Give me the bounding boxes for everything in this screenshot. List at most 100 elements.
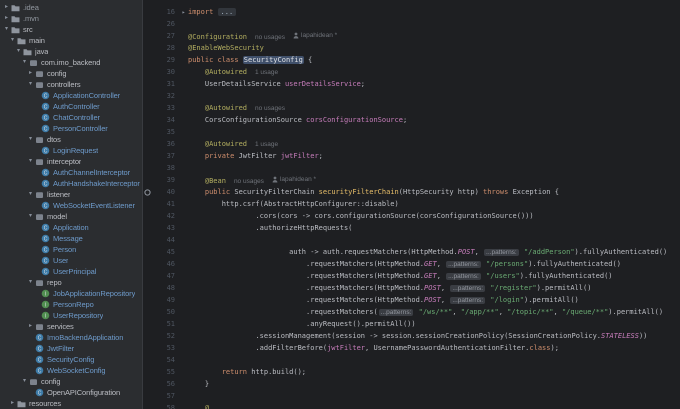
line-number[interactable]: 39 <box>152 176 179 184</box>
chevron-down-icon[interactable]: ▾ <box>21 376 28 387</box>
tree-item[interactable]: ▾ config <box>0 376 142 387</box>
tree-item[interactable]: C User <box>0 255 142 266</box>
tree-item[interactable]: C AuthChannelInterceptor <box>0 167 142 178</box>
code-line[interactable]: 37 private JwtFilter jwtFilter; <box>143 150 680 162</box>
tree-item[interactable]: ▾ com.imo_backend <box>0 57 142 68</box>
code-line[interactable]: 35 <box>143 126 680 138</box>
line-number[interactable]: 48 <box>152 284 179 292</box>
code-line[interactable]: 51 .anyRequest().permitAll()) <box>143 318 680 330</box>
line-number[interactable]: 56 <box>152 380 179 388</box>
code-line[interactable]: 56 } <box>143 378 680 390</box>
tree-item[interactable]: C UserPrincipal <box>0 266 142 277</box>
tree-item[interactable]: C ChatController <box>0 112 142 123</box>
tree-item[interactable]: C ImoBackendApplication <box>0 332 142 343</box>
chevron-down-icon[interactable]: ▾ <box>27 189 34 200</box>
tree-item[interactable]: C OpenAPIConfiguration <box>0 387 142 398</box>
line-number[interactable]: 44 <box>152 236 179 244</box>
tree-item[interactable]: ▾ interceptor <box>0 156 142 167</box>
tree-item[interactable]: I JobApplicationRepository <box>0 288 142 299</box>
line-number[interactable]: 55 <box>152 368 179 376</box>
line-number[interactable]: 53 <box>152 344 179 352</box>
line-number[interactable]: 38 <box>152 164 179 172</box>
line-number[interactable]: 50 <box>152 308 179 316</box>
code-line[interactable]: 46 .requestMatchers(HttpMethod.GET, ...p… <box>143 258 680 270</box>
line-number[interactable]: 57 <box>152 392 179 400</box>
line-number[interactable]: 31 <box>152 80 179 88</box>
code-line[interactable]: 44 <box>143 234 680 246</box>
line-number[interactable]: 30 <box>152 68 179 76</box>
editor-pane[interactable]: 16 ▸ import ... 26 27 @Configuration no usages… <box>143 0 680 409</box>
tree-item[interactable]: C Person <box>0 244 142 255</box>
line-number[interactable]: 26 <box>152 20 179 28</box>
line-number[interactable]: 32 <box>152 92 179 100</box>
tree-item[interactable]: C Application <box>0 222 142 233</box>
tree-item[interactable]: I PersonRepo <box>0 299 142 310</box>
chevron-right-icon[interactable]: ▸ <box>9 398 16 409</box>
code-line[interactable]: 26 <box>143 18 680 30</box>
line-number[interactable]: 16 <box>152 8 179 16</box>
code-line[interactable]: 47 .requestMatchers(HttpMethod.GET, ...p… <box>143 270 680 282</box>
line-number[interactable]: 47 <box>152 272 179 280</box>
line-number[interactable]: 52 <box>152 332 179 340</box>
tree-item[interactable]: ▾ src <box>0 24 142 35</box>
line-number[interactable]: 51 <box>152 320 179 328</box>
line-number[interactable]: 54 <box>152 356 179 364</box>
code-line[interactable]: 49 .requestMatchers(HttpMethod.POST, ...… <box>143 294 680 306</box>
tree-item[interactable]: C JwtFilter <box>0 343 142 354</box>
project-tree-panel[interactable]: ▸ .idea ▸ .mvn ▾ src ▾ main ▾ java ▾ com.imo_backen… <box>0 0 143 409</box>
tree-item[interactable]: C SecurityConfig <box>0 354 142 365</box>
chevron-right-icon[interactable]: ▸ <box>3 13 10 24</box>
code-line[interactable]: 55 return http.build(); <box>143 366 680 378</box>
code-line[interactable]: 54 <box>143 354 680 366</box>
tree-item[interactable]: C AuthController <box>0 101 142 112</box>
code-line[interactable]: 50 .requestMatchers(...patterns: "/ws/**… <box>143 306 680 318</box>
tree-item[interactable]: ▸ .mvn <box>0 13 142 24</box>
code-line[interactable]: 45 auth -> auth.requestMatchers(HttpMeth… <box>143 246 680 258</box>
chevron-right-icon[interactable]: ▸ <box>27 68 34 79</box>
line-number[interactable]: 46 <box>152 260 179 268</box>
tree-item[interactable]: ▸ services <box>0 321 142 332</box>
line-number[interactable]: 34 <box>152 116 179 124</box>
chevron-down-icon[interactable]: ▾ <box>27 134 34 145</box>
tree-item[interactable]: ▸ resources <box>0 398 142 409</box>
line-number[interactable]: 35 <box>152 128 179 136</box>
tree-item[interactable]: C PersonController <box>0 123 142 134</box>
bean-gutter-icon[interactable] <box>143 188 152 196</box>
code-line[interactable]: 39 @Bean no usages lapahidean * <box>143 174 680 186</box>
chevron-down-icon[interactable]: ▾ <box>27 211 34 222</box>
tree-item[interactable]: ▾ controllers <box>0 79 142 90</box>
tree-item[interactable]: C AuthHandshakeInterceptor <box>0 178 142 189</box>
tree-item[interactable]: C LoginRequest <box>0 145 142 156</box>
code-line[interactable]: 42 .cors(cors -> cors.configurationSourc… <box>143 210 680 222</box>
code-line[interactable]: 40 public SecurityFilterChain securityFi… <box>143 186 680 198</box>
line-number[interactable]: 33 <box>152 104 179 112</box>
tree-item[interactable]: C WebSocketConfig <box>0 365 142 376</box>
line-number[interactable]: 45 <box>152 248 179 256</box>
line-number[interactable]: 41 <box>152 200 179 208</box>
code-line[interactable]: 27 @Configuration no usages lapahidean * <box>143 30 680 42</box>
tree-item[interactable]: ▾ java <box>0 46 142 57</box>
code-line[interactable]: 57 <box>143 390 680 402</box>
line-number[interactable]: 40 <box>152 188 179 196</box>
code-line[interactable]: 52 .sessionManagement(session -> session… <box>143 330 680 342</box>
tree-item[interactable]: ▾ model <box>0 211 142 222</box>
code-line[interactable]: 36 @Autowired 1 usage <box>143 138 680 150</box>
code-line[interactable]: 41 http.csrf(AbstractHttpConfigurer::dis… <box>143 198 680 210</box>
code-line[interactable]: 38 <box>143 162 680 174</box>
code-line[interactable]: 16 ▸ import ... <box>143 6 680 18</box>
fold-indicator-icon[interactable]: ▸ <box>179 9 188 16</box>
code-line[interactable]: 53 .addFilterBefore(jwtFilter, UsernameP… <box>143 342 680 354</box>
tree-item[interactable]: C WebSocketEventListener <box>0 200 142 211</box>
tree-item[interactable]: C ApplicationController <box>0 90 142 101</box>
line-number[interactable]: 43 <box>152 224 179 232</box>
chevron-down-icon[interactable]: ▾ <box>27 79 34 90</box>
tree-item[interactable]: ▾ main <box>0 35 142 46</box>
code-line[interactable]: 30 @Autowired 1 usage <box>143 66 680 78</box>
tree-item[interactable]: C Message <box>0 233 142 244</box>
chevron-right-icon[interactable]: ▸ <box>3 2 10 13</box>
tree-item[interactable]: ▾ repo <box>0 277 142 288</box>
chevron-down-icon[interactable]: ▾ <box>27 156 34 167</box>
code-line[interactable]: 31 UserDetailsService userDetailsService… <box>143 78 680 90</box>
chevron-down-icon[interactable]: ▾ <box>9 35 16 46</box>
line-number[interactable]: 36 <box>152 140 179 148</box>
